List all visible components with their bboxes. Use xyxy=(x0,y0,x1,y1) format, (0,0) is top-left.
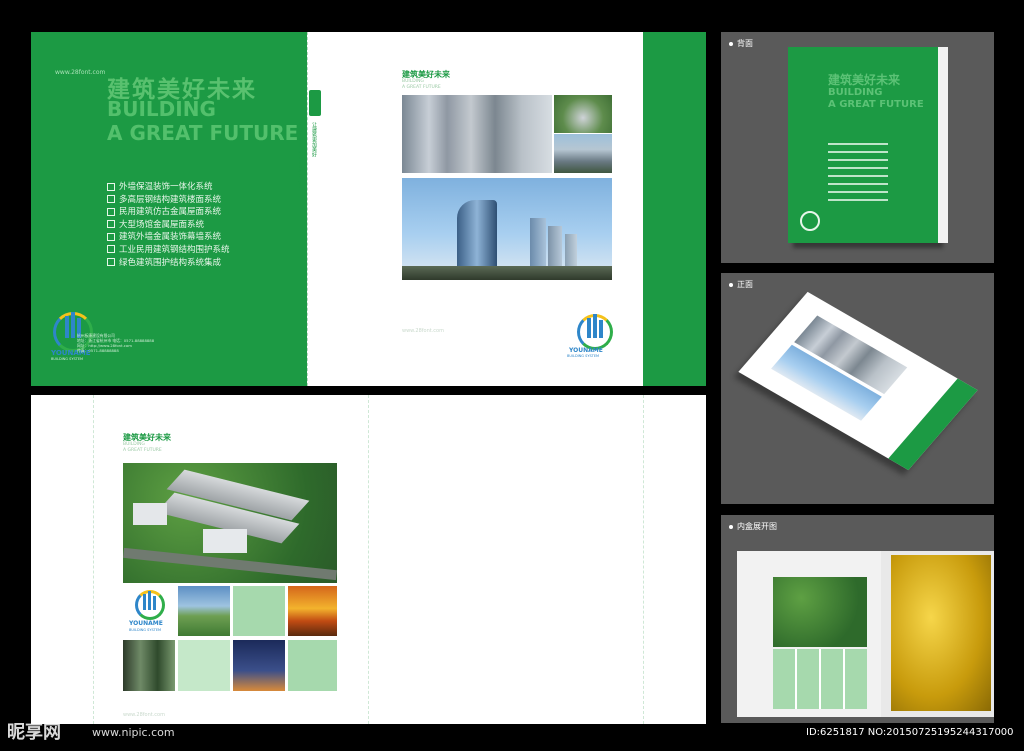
mock-green-edge xyxy=(888,378,978,471)
spine-logo-icon xyxy=(309,90,321,116)
watermark-brand: 昵享网 xyxy=(7,722,61,743)
front-cover: 建筑美好未来 BUILDING A GREAT FUTURE www.28fon… xyxy=(323,32,643,386)
open-aerial-photo xyxy=(773,577,867,647)
back-cover: www.28font.com 建筑美好未来 BUILDING A GREAT F… xyxy=(31,32,307,386)
fold-line xyxy=(643,395,645,724)
tower-night-photo xyxy=(233,640,285,691)
mock-cn-title: 建筑美好未来 xyxy=(828,73,901,87)
panel-back-label: 背面 xyxy=(729,38,753,49)
green-tile xyxy=(288,640,337,691)
panel-back: 背面 建筑美好未来 BUILDING A GREAT FUTURE xyxy=(721,32,994,263)
fold-line xyxy=(368,395,370,724)
mock-logo-icon xyxy=(800,211,820,231)
warehouse-photo xyxy=(554,134,612,173)
front-en-line2: A GREAT FUTURE xyxy=(402,85,441,90)
checkbox-icon xyxy=(107,207,115,216)
landscape-photo xyxy=(178,586,230,636)
satin-lining xyxy=(891,555,991,711)
feature-list: 外墙保温装饰一体化系统 多高层钢结构建筑楼面系统 民用建筑仿古金属屋面系统 大型… xyxy=(107,181,230,269)
checkbox-icon xyxy=(107,195,115,204)
checkbox-icon xyxy=(107,182,115,191)
feature-item: 多高层钢结构建筑楼面系统 xyxy=(107,194,230,207)
feature-item: 民用建筑仿古金属屋面系统 xyxy=(107,206,230,219)
open-photo-grid xyxy=(773,649,867,709)
box-side xyxy=(938,47,948,243)
front-brand: YOUNAME xyxy=(569,347,603,354)
feature-item: 大型场馆金属屋面系统 xyxy=(107,219,230,232)
tower-shape xyxy=(548,226,562,270)
grid-brand: YOUNAME xyxy=(129,620,163,627)
front-edge xyxy=(643,32,706,386)
open-lid xyxy=(737,551,881,717)
watermark-id: ID:6251817 NO:20150725195244317000 xyxy=(804,726,1016,739)
box-back-mockup: 建筑美好未来 BUILDING A GREAT FUTURE xyxy=(788,47,938,243)
checkbox-icon xyxy=(107,232,115,241)
panel-front: 正面 xyxy=(721,273,994,504)
building-shape xyxy=(203,529,247,553)
cover-spread: www.28font.com 建筑美好未来 BUILDING A GREAT F… xyxy=(31,32,706,386)
checkbox-icon xyxy=(107,220,115,229)
watermark-url: www.nipic.com xyxy=(92,726,175,739)
back-en-line2: A GREAT FUTURE xyxy=(107,121,299,145)
feature-item: 外墙保温装饰一体化系统 xyxy=(107,181,230,194)
fold-line xyxy=(93,395,95,724)
forest-photo xyxy=(123,640,175,691)
front-en-line1: BUILDING xyxy=(402,79,424,84)
inner-url: www.28font.com xyxy=(123,712,165,718)
back-brand-sub: BUILDING SYSTEM xyxy=(51,357,84,361)
inner-en-line2: A GREAT FUTURE xyxy=(123,448,162,453)
inner-en-line1: BUILDING xyxy=(123,442,145,447)
feature-item: 绿色建筑围护结构系统集成 xyxy=(107,257,230,270)
sunset-photo xyxy=(288,586,337,636)
mock-feature-lines xyxy=(828,143,888,201)
grid-logo-tile: YOUNAME BUILDING SYSTEM xyxy=(123,586,175,636)
panel-front-label: 正面 xyxy=(729,279,753,290)
checkbox-icon xyxy=(107,245,115,254)
photo-grid: YOUNAME BUILDING SYSTEM xyxy=(123,586,337,691)
back-url: www.28font.com xyxy=(55,69,106,76)
mock-en-line1: BUILDING xyxy=(828,87,883,98)
inner-spread: 建筑美好未来 BUILDING A GREAT FUTURE YOUNAME B… xyxy=(31,395,706,724)
green-tile xyxy=(233,586,285,636)
building-shape xyxy=(133,503,167,525)
company-info: 杭州板康建设有限公司 地址：浙江省杭州市 电话：0571-88888888 网址… xyxy=(77,333,155,353)
front-brand-sub: BUILDING SYSTEM xyxy=(567,354,600,358)
stadium-photo xyxy=(554,95,612,133)
checkbox-icon xyxy=(107,258,115,267)
grid-logo-icon xyxy=(135,590,165,620)
panel-open: 内盒展开图 xyxy=(721,515,994,723)
feature-item: 建筑外墙金属装饰幕墙系统 xyxy=(107,231,230,244)
tower-shape xyxy=(457,200,497,270)
factory-photo xyxy=(402,95,552,173)
grid-brand-sub: BUILDING SYSTEM xyxy=(129,628,162,632)
spine-text-cn: 让建筑更加美好 xyxy=(311,122,317,157)
mock-en-line2: A GREAT FUTURE xyxy=(828,99,924,110)
ground-shape xyxy=(402,266,612,280)
skyline-photo xyxy=(402,178,612,280)
aerial-photo xyxy=(123,463,337,583)
front-logo-icon xyxy=(577,312,613,350)
panel-open-label: 内盒展开图 xyxy=(729,521,777,532)
back-en-line1: BUILDING xyxy=(107,97,216,121)
tower-shape xyxy=(565,234,577,270)
green-tile xyxy=(178,640,230,691)
box-front-mockup xyxy=(738,291,978,471)
open-tray xyxy=(881,551,994,717)
spine-text-en: Let the building speaking for you xyxy=(298,122,303,189)
tower-shape xyxy=(530,218,546,270)
front-url: www.28font.com xyxy=(402,328,444,334)
feature-item: 工业民用建筑钢结构围护系统 xyxy=(107,244,230,257)
